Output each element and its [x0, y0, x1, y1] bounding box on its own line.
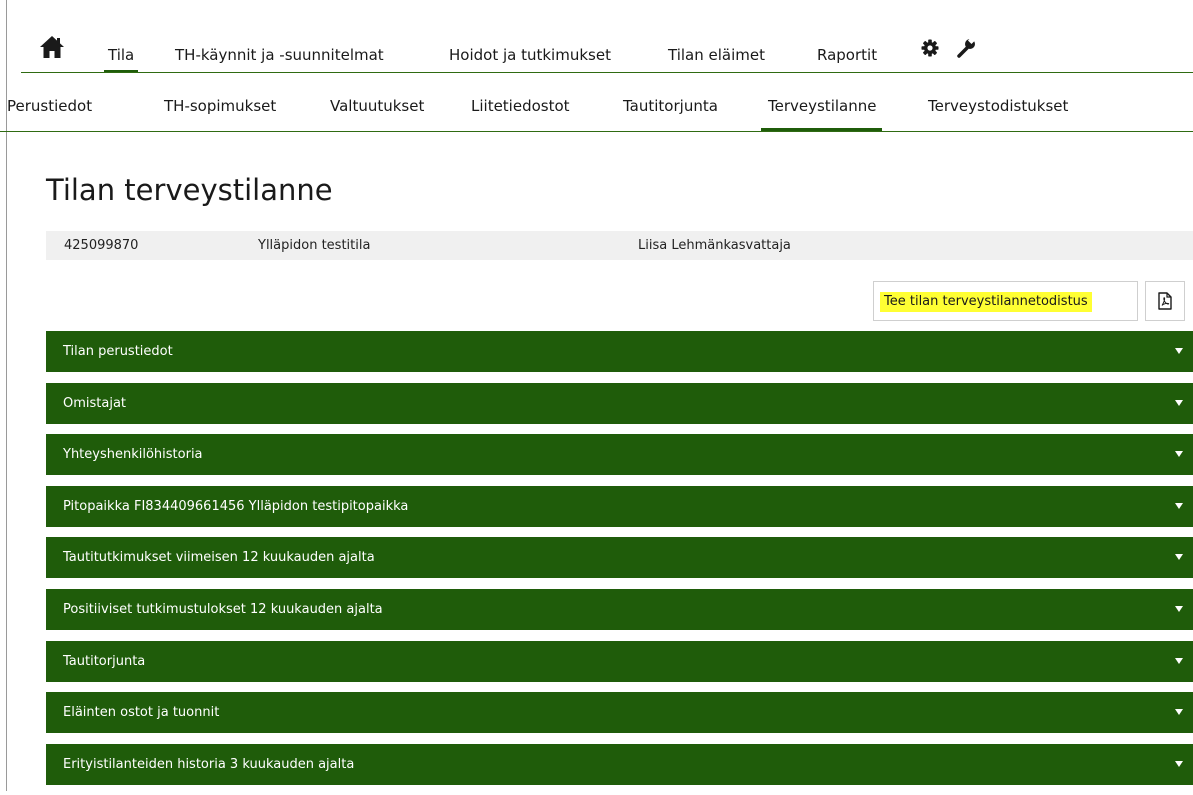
chevron-down-icon	[1175, 451, 1183, 458]
farm-id: 425099870	[64, 238, 139, 253]
chevron-down-icon	[1175, 502, 1183, 509]
section-positiiviset-tutkimustulokset[interactable]: Positiiviset tutkimustulokset 12 kuukaud…	[46, 588, 1193, 630]
chevron-down-icon	[1175, 554, 1183, 561]
sub-nav-divider	[0, 131, 1193, 132]
top-nav-tilan-elaimet[interactable]: Tilan eläimet	[668, 46, 765, 64]
section-title: Yhteyshenkilöhistoria	[63, 447, 203, 463]
chevron-down-icon	[1175, 605, 1183, 612]
top-nav-tila[interactable]: Tila	[103, 46, 139, 73]
chevron-down-icon	[1175, 399, 1183, 406]
section-title: Tautitorjunta	[63, 653, 146, 669]
farm-info-bar: 425099870 Ylläpidon testitila Liisa Lehm…	[46, 231, 1193, 260]
top-navigation: Tila TH-käynnit ja -suunnitelmat Hoidot …	[0, 0, 1193, 73]
section-omistajat[interactable]: Omistajat	[46, 382, 1193, 424]
chevron-down-icon	[1175, 348, 1183, 354]
section-title: Tautitutkimukset viimeisen 12 kuukauden …	[63, 550, 375, 566]
section-title: Eläinten ostot ja tuonnit	[63, 705, 220, 721]
tab-th-sopimukset[interactable]: TH-sopimukset	[164, 97, 276, 115]
tab-liitetiedostot[interactable]: Liitetiedostot	[471, 97, 570, 115]
farm-owner: Liisa Lehmänkasvattaja	[638, 238, 791, 253]
section-yhteyshenkilohistoria[interactable]: Yhteyshenkilöhistoria	[46, 434, 1193, 476]
create-health-certificate-button[interactable]: Tee tilan terveystilannetodistus	[873, 281, 1138, 321]
top-nav-divider	[21, 72, 1193, 73]
tab-terveystilanne[interactable]: Terveystilanne	[760, 97, 883, 132]
section-title: Erityistilanteiden historia 3 kuukauden …	[63, 756, 355, 772]
section-title: Omistajat	[63, 395, 127, 411]
top-nav-raportit[interactable]: Raportit	[817, 46, 877, 64]
tab-valtuutukset[interactable]: Valtuutukset	[330, 97, 424, 115]
tab-terveystodistukset[interactable]: Terveystodistukset	[928, 97, 1068, 115]
chevron-down-icon	[1175, 709, 1183, 716]
chevron-down-icon	[1175, 657, 1183, 664]
section-title: Positiiviset tutkimustulokset 12 kuukaud…	[63, 601, 383, 617]
section-title: Tilan perustiedot	[63, 344, 173, 359]
tab-tautitorjunta[interactable]: Tautitorjunta	[623, 97, 718, 115]
section-tautitutkimukset[interactable]: Tautitutkimukset viimeisen 12 kuukauden …	[46, 537, 1193, 579]
section-pitopaikka[interactable]: Pitopaikka FI834409661456 Ylläpidon test…	[46, 485, 1193, 527]
section-tautitorjunta[interactable]: Tautitorjunta	[46, 640, 1193, 682]
top-nav-hoidot[interactable]: Hoidot ja tutkimukset	[449, 46, 611, 64]
section-erityistilanteiden-historia[interactable]: Erityistilanteiden historia 3 kuukauden …	[46, 743, 1193, 785]
wrench-icon[interactable]	[956, 36, 976, 62]
section-tilan-perustiedot[interactable]: Tilan perustiedot	[46, 331, 1193, 372]
window-left-border	[6, 0, 7, 791]
tab-perustiedot[interactable]: Perustiedot	[7, 97, 92, 115]
create-health-certificate-label: Tee tilan terveystilannetodistus	[880, 292, 1092, 312]
pdf-icon	[1158, 292, 1172, 310]
section-elainten-ostot[interactable]: Eläinten ostot ja tuonnit	[46, 692, 1193, 734]
top-nav-th-kaynnit[interactable]: TH-käynnit ja -suunnitelmat	[175, 46, 384, 64]
farm-name: Ylläpidon testitila	[258, 238, 371, 253]
chevron-down-icon	[1175, 760, 1183, 767]
home-icon[interactable]	[39, 35, 65, 59]
health-status-sections: Tilan perustiedot Omistajat Yhteyshenkil…	[46, 331, 1193, 795]
section-title: Pitopaikka FI834409661456 Ylläpidon test…	[63, 498, 409, 514]
pdf-button[interactable]	[1145, 281, 1185, 321]
gear-icon[interactable]	[921, 39, 939, 61]
page-title: Tilan terveystilanne	[46, 173, 333, 207]
